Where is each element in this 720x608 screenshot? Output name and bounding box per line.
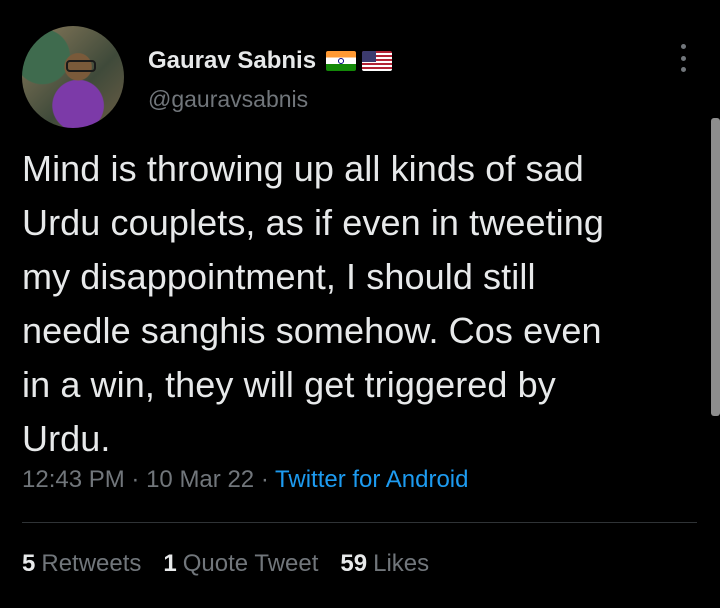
tweet-source-link[interactable]: Twitter for Android — [275, 466, 468, 493]
meta-separator: · — [260, 466, 276, 493]
tweet-stats: 5 Retweets 1 Quote Tweet 59 Likes — [22, 550, 451, 578]
tweet-time[interactable]: 12:43 PM — [22, 466, 125, 493]
avatar-glasses — [66, 60, 96, 72]
tweet-date[interactable]: 10 Mar 22 — [146, 466, 254, 493]
likes-count: 59 — [340, 550, 368, 577]
meta-separator: · — [131, 466, 147, 493]
tweet-detail: Gaurav Sabnis @gauravsabnis Mind is thro… — [0, 0, 720, 608]
quote-tweets-stat[interactable]: 1 Quote Tweet — [163, 550, 318, 578]
usa-flag-icon — [362, 51, 393, 71]
retweets-count: 5 — [22, 550, 36, 577]
divider — [22, 522, 697, 523]
more-dot — [680, 44, 686, 49]
retweets-label: Retweets — [41, 550, 142, 577]
avatar[interactable] — [22, 26, 124, 128]
tweet-text: Mind is throwing up all kinds of sad Urd… — [22, 148, 605, 459]
scrollbar[interactable] — [711, 118, 720, 416]
name-row: Gaurav Sabnis — [148, 46, 393, 76]
india-flag-icon — [326, 51, 357, 71]
retweets-stat[interactable]: 5 Retweets — [22, 550, 141, 578]
tweet-metadata: 12:43 PM · 10 Mar 22 · Twitter for Andro… — [22, 466, 468, 494]
likes-stat[interactable]: 59 Likes — [340, 550, 429, 578]
likes-label: Likes — [373, 550, 430, 577]
display-name[interactable]: Gaurav Sabnis — [148, 47, 316, 75]
tweet-header: Gaurav Sabnis @gauravsabnis — [22, 26, 702, 130]
more-dot — [680, 55, 686, 61]
quote-tweets-label: Quote Tweet — [182, 550, 319, 577]
user-handle[interactable]: @gauravsabnis — [148, 86, 308, 113]
quote-tweets-count: 1 — [163, 550, 177, 577]
more-dot — [680, 67, 686, 72]
more-options-icon[interactable] — [672, 44, 694, 72]
